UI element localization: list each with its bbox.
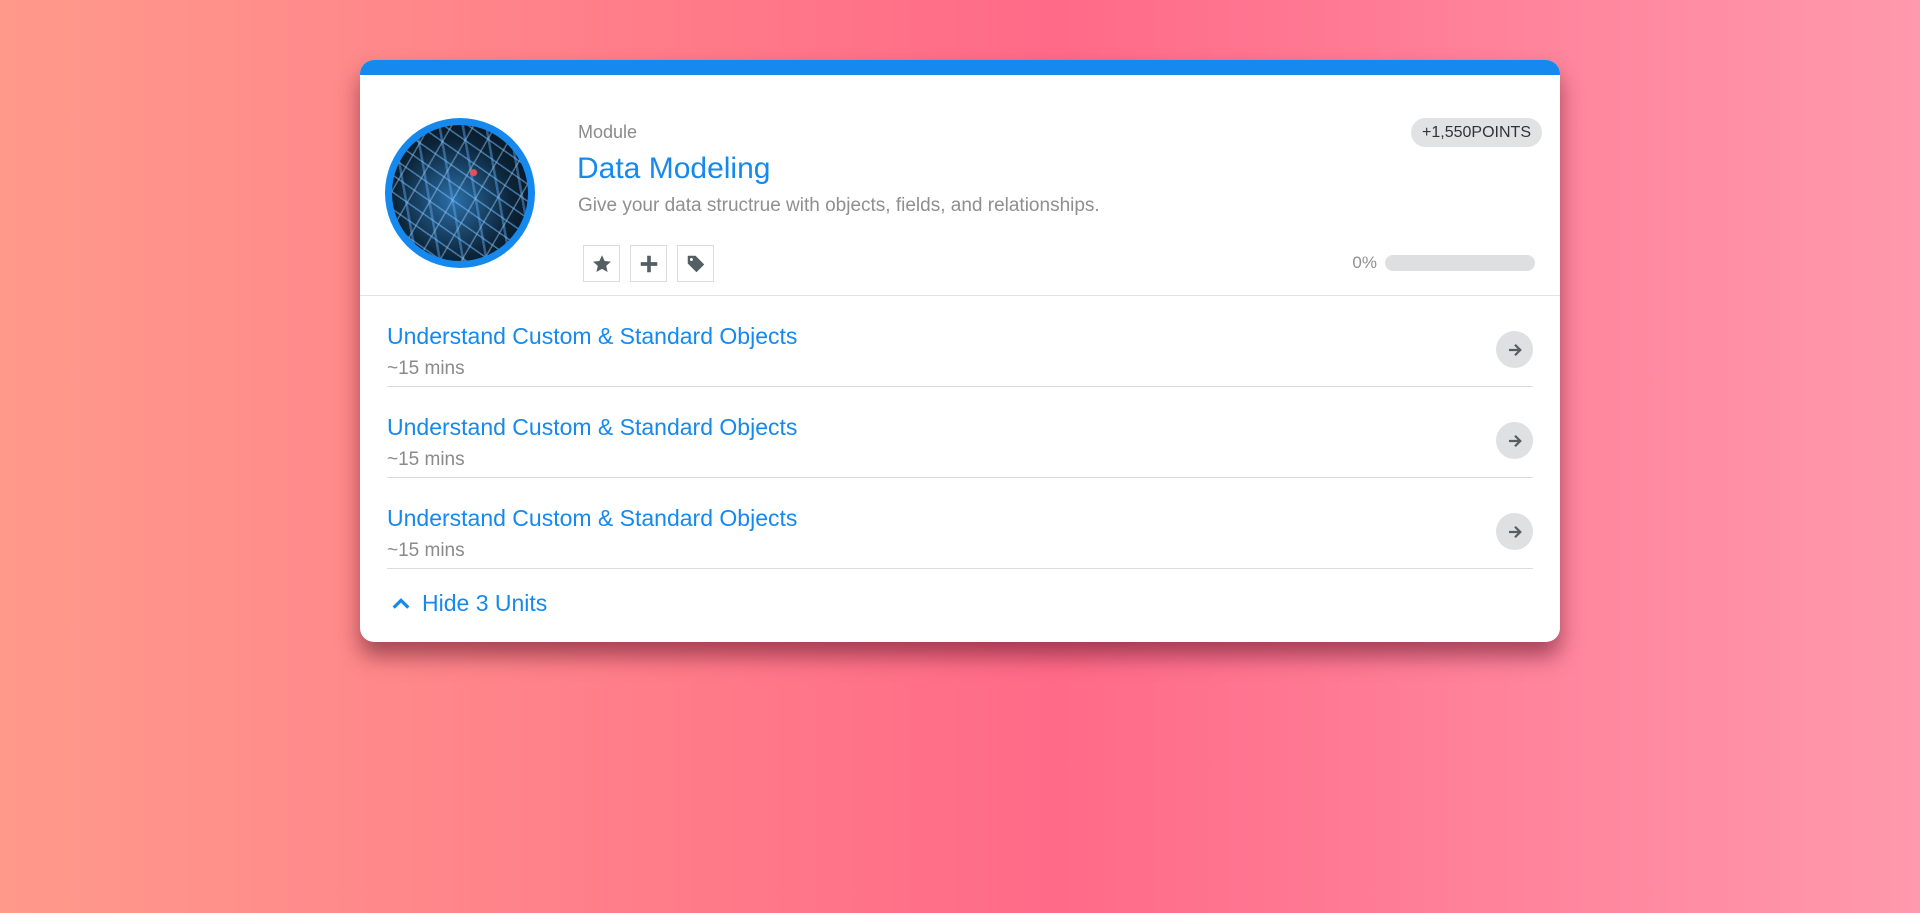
unit-duration: ~15 mins <box>387 358 465 379</box>
unit-title[interactable]: Understand Custom & Standard Objects <box>387 323 797 350</box>
module-avatar <box>385 118 535 268</box>
module-image <box>392 125 528 261</box>
arrow-right-icon <box>1508 343 1522 356</box>
unit-title[interactable]: Understand Custom & Standard Objects <box>387 414 797 441</box>
unit-row[interactable]: Understand Custom & Standard Objects ~15… <box>387 478 1533 569</box>
module-card: Module Data Modeling Give your data stru… <box>360 60 1560 642</box>
tag-button[interactable] <box>677 245 714 282</box>
add-button[interactable] <box>630 245 667 282</box>
unit-duration: ~15 mins <box>387 540 465 561</box>
card-accent-bar <box>360 60 1560 75</box>
star-icon <box>592 254 611 272</box>
chevron-up-icon <box>392 597 410 609</box>
module-actions <box>583 245 714 282</box>
open-unit-button[interactable] <box>1496 513 1533 550</box>
points-badge: +1,550POINTS <box>1411 118 1542 147</box>
open-unit-button[interactable] <box>1496 422 1533 459</box>
plus-icon <box>640 255 657 272</box>
favorite-button[interactable] <box>583 245 620 282</box>
unit-row[interactable]: Understand Custom & Standard Objects ~15… <box>387 387 1533 478</box>
module-title[interactable]: Data Modeling <box>577 152 770 186</box>
tag-icon <box>687 255 704 272</box>
module-description: Give your data structrue with objects, f… <box>578 195 1100 216</box>
progress: 0% <box>1352 253 1535 273</box>
hide-units-label: Hide 3 Units <box>422 590 548 616</box>
hide-units-toggle[interactable]: Hide 3 Units <box>390 590 547 617</box>
unit-title[interactable]: Understand Custom & Standard Objects <box>387 505 797 532</box>
open-unit-button[interactable] <box>1496 331 1533 368</box>
progress-bar <box>1385 255 1535 271</box>
module-type-label: Module <box>578 122 638 142</box>
arrow-right-icon <box>1508 434 1522 447</box>
unit-list: Understand Custom & Standard Objects ~15… <box>387 296 1533 569</box>
arrow-right-icon <box>1508 525 1522 538</box>
unit-duration: ~15 mins <box>387 449 465 470</box>
progress-label: 0% <box>1352 253 1377 272</box>
unit-row[interactable]: Understand Custom & Standard Objects ~15… <box>387 296 1533 387</box>
